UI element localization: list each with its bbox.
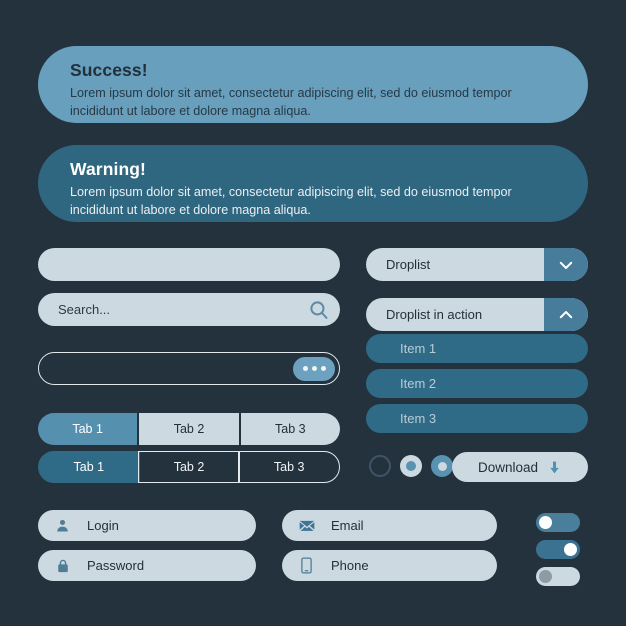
phone-button[interactable]: Phone (282, 550, 497, 581)
ui-kit-canvas: Success! Lorem ipsum dolor sit amet, con… (0, 0, 626, 626)
radio-dot (437, 461, 447, 471)
chevron-up-icon[interactable] (544, 298, 588, 331)
email-button-label: Email (331, 518, 364, 533)
droplist-collapsed[interactable]: Droplist (366, 248, 588, 281)
radio-group (369, 455, 453, 477)
arrow-down-icon (547, 460, 562, 475)
search-icon[interactable] (308, 299, 330, 321)
tab-group-outlined: Tab 1 Tab 2 Tab 3 (38, 451, 340, 483)
alert-warning-title: Warning! (70, 159, 146, 179)
outlined-input[interactable] (38, 352, 340, 385)
tab-1[interactable]: Tab 1 (38, 451, 140, 483)
tab-2[interactable]: Tab 2 (138, 451, 240, 483)
tab-1[interactable]: Tab 1 (38, 413, 138, 445)
phone-button-label: Phone (331, 558, 369, 573)
dot (302, 366, 308, 371)
toggle-switch-on-left[interactable] (536, 513, 580, 532)
droplist-expanded[interactable]: Droplist in action (366, 298, 588, 331)
alert-success-body: Lorem ipsum dolor sit amet, consectetur … (70, 85, 512, 118)
toggle-switch-disabled[interactable] (536, 567, 580, 586)
lock-icon (54, 557, 71, 574)
envelope-icon (298, 517, 315, 534)
droplist-collapsed-label: Droplist (386, 257, 431, 272)
radio-button-checked-solid[interactable] (431, 455, 453, 477)
chevron-down-icon[interactable] (544, 248, 588, 281)
search-input-placeholder: Search... (58, 302, 111, 317)
email-button[interactable]: Email (282, 510, 497, 541)
download-button-label: Download (477, 459, 539, 475)
mobile-icon (298, 557, 315, 574)
radio-button-unchecked[interactable] (369, 455, 391, 477)
toggle-knob (539, 570, 552, 583)
login-button-label: Login (87, 518, 119, 533)
password-button[interactable]: Password (38, 550, 256, 581)
dot (311, 366, 317, 371)
tab-group-filled: Tab 1 Tab 2 Tab 3 (38, 413, 340, 445)
droplist-item[interactable]: Item 2 (366, 369, 588, 398)
password-button-label: Password (87, 558, 145, 573)
download-button[interactable]: Download (452, 452, 588, 482)
radio-dot (406, 461, 416, 471)
droplist-item[interactable]: Item 3 (366, 404, 588, 433)
search-input[interactable]: Search... (38, 293, 340, 326)
toggle-knob (564, 543, 577, 556)
text-input[interactable] (38, 248, 340, 281)
alert-warning-body: Lorem ipsum dolor sit amet, consectetur … (70, 184, 512, 217)
alert-warning: Warning! Lorem ipsum dolor sit amet, con… (38, 145, 588, 222)
alert-success: Success! Lorem ipsum dolor sit amet, con… (38, 46, 588, 123)
more-horizontal-icon[interactable] (293, 356, 335, 381)
tab-3[interactable]: Tab 3 (238, 413, 340, 445)
tab-3[interactable]: Tab 3 (238, 451, 340, 483)
alert-success-title: Success! (70, 60, 148, 80)
user-icon (54, 517, 71, 534)
login-button[interactable]: Login (38, 510, 256, 541)
droplist-item[interactable]: Item 1 (366, 334, 588, 363)
droplist-expanded-label: Droplist in action (386, 307, 483, 322)
dot (320, 366, 326, 371)
toggle-switch-on-right[interactable] (536, 540, 580, 559)
radio-button-checked-light[interactable] (400, 455, 422, 477)
tab-2[interactable]: Tab 2 (137, 413, 239, 445)
toggle-knob (539, 516, 552, 529)
